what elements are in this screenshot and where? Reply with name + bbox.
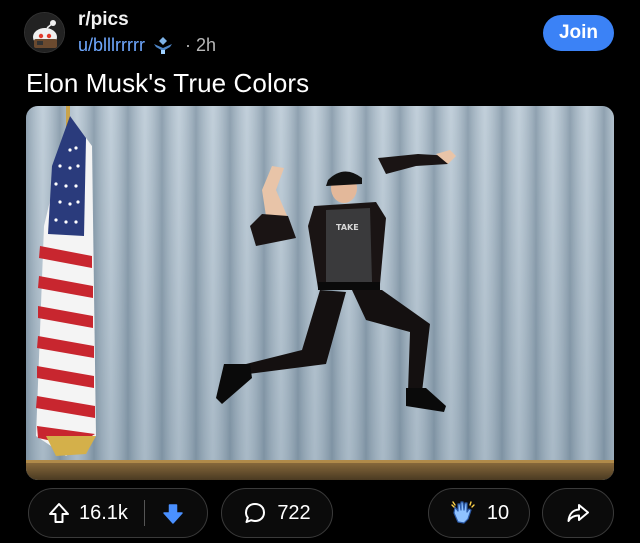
subreddit-avatar[interactable] [24, 12, 65, 53]
award-button[interactable]: 10 [428, 488, 530, 538]
subreddit-name[interactable]: r/pics [78, 9, 129, 31]
upvote-arrow-icon[interactable] [47, 501, 71, 525]
snoo-avatar-icon [25, 13, 64, 52]
post-meta: u/blllrrrrr · 2h [78, 34, 216, 56]
author-username[interactable]: u/blllrrrrr [78, 35, 145, 56]
vote-divider [143, 500, 145, 526]
user-flair-icon [151, 35, 175, 55]
svg-text:TAKE: TAKE [336, 223, 359, 232]
post-title[interactable]: Elon Musk's True Colors [26, 68, 309, 99]
comment-count: 722 [277, 501, 311, 524]
upvote-count: 16.1k [79, 501, 128, 524]
post-card: r/pics u/blllrrrrr · 2h Join Elon Musk's… [0, 0, 640, 543]
downvote-arrow-icon[interactable] [161, 501, 185, 525]
award-count: 10 [486, 501, 510, 524]
award-clapping-hands-icon [449, 499, 477, 527]
post-image[interactable]: TAKE [26, 106, 614, 480]
share-button[interactable] [542, 488, 614, 538]
post-header: r/pics u/blllrrrrr · 2h Join [0, 0, 640, 62]
share-arrow-icon [565, 500, 591, 526]
vote-pill: 16.1k [28, 488, 208, 538]
action-bar: 16.1k 722 10 [0, 488, 640, 540]
comments-button[interactable]: 722 [221, 488, 333, 538]
post-time: · 2h [185, 34, 217, 55]
comment-bubble-icon [243, 501, 267, 525]
join-button[interactable]: Join [543, 15, 614, 51]
